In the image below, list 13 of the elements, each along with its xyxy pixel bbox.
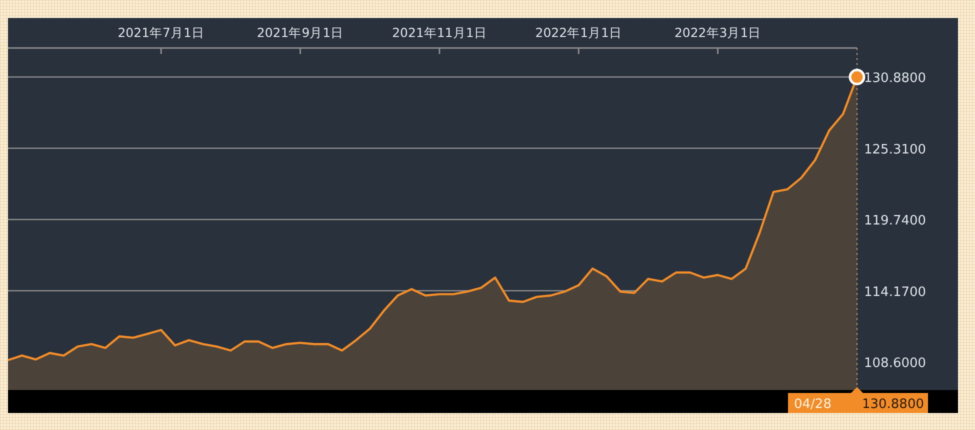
tooltip-date: 04/28 bbox=[794, 397, 832, 412]
last-point-marker bbox=[848, 68, 866, 86]
x-axis-label: 2022年1月1日 bbox=[535, 25, 622, 40]
x-axis-label: 2021年7月1日 bbox=[118, 25, 204, 40]
tooltip-value: 130.8800 bbox=[862, 397, 924, 412]
x-axis-label: 2021年9月1日 bbox=[256, 25, 344, 40]
y-axis-label: 130.8800 bbox=[864, 71, 926, 86]
y-axis-label: 114.1700 bbox=[864, 284, 926, 300]
x-axis-label: 2021年11月1日 bbox=[392, 25, 487, 40]
x-axis-label: 2022年3月1日 bbox=[674, 25, 762, 40]
y-axis-label: 125.3100 bbox=[864, 142, 926, 158]
y-axis-label: 108.6000 bbox=[864, 356, 926, 371]
y-axis-label: 119.7400 bbox=[864, 214, 926, 228]
